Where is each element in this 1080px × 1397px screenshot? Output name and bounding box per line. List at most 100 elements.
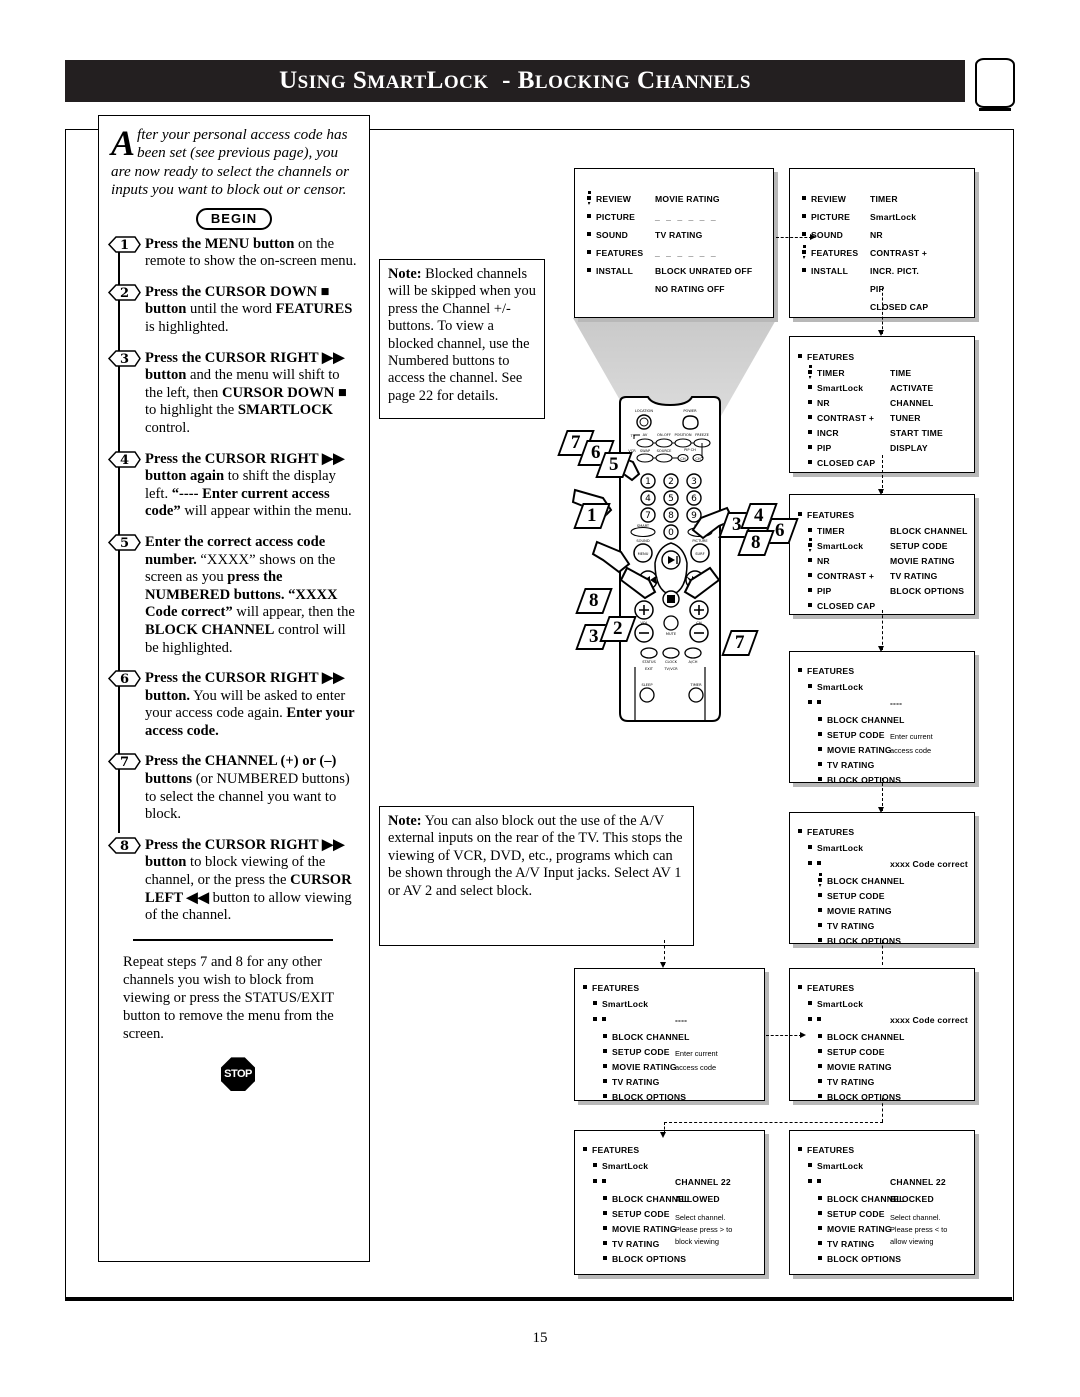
- osd-value: MOVIE RATING: [890, 556, 955, 566]
- osd-label: TV RATING: [827, 921, 875, 931]
- menu-bullet: [603, 1034, 607, 1038]
- menu-cursor-bullet: [802, 245, 806, 254]
- menu-bullet: [818, 762, 822, 766]
- svg-text:6: 6: [120, 672, 129, 687]
- connector-arrow: [810, 234, 816, 240]
- osd-state: ALLOWED: [675, 1194, 720, 1204]
- menu-bullet: [603, 1094, 607, 1098]
- osd-row: [593, 1172, 611, 1190]
- osd-row: BLOCK OPTIONS: [818, 931, 901, 949]
- osd-row: allow viewing: [890, 1231, 934, 1249]
- svg-text:PIP CH: PIP CH: [684, 448, 696, 452]
- step-text: Press the CHANNEL (+) or (–) buttons (or…: [145, 753, 350, 823]
- osd-label: BLOCK OPTIONS: [827, 775, 902, 785]
- menu-bullet: [818, 717, 822, 721]
- menu-bullet: [808, 445, 812, 449]
- svg-text:5: 5: [120, 536, 129, 551]
- svg-text:POWER: POWER: [683, 409, 697, 413]
- svg-text:ON-OFF: ON-OFF: [657, 433, 671, 437]
- osd-row: CLOSED CAP: [808, 453, 875, 471]
- osd-title: FEATURES: [807, 1145, 855, 1155]
- osd-row: [593, 1010, 611, 1028]
- connector-box8-to-box9: [664, 1122, 883, 1123]
- osd-row: ALLOWED: [675, 1189, 720, 1207]
- osd-sub: SmartLock: [602, 1161, 649, 1171]
- svg-text:8: 8: [120, 839, 129, 854]
- svg-text:CH: CH: [695, 457, 701, 461]
- osd-row: BLOCK OPTIONS: [603, 1249, 686, 1267]
- osd-row: NR: [870, 225, 883, 243]
- osd-label: MOVIE RATING: [827, 906, 892, 916]
- connector-arrow: [878, 330, 884, 336]
- svg-text:VOL: VOL: [640, 621, 647, 625]
- osd-label: BLOCK OPTIONS: [612, 1254, 687, 1264]
- osd-menu-features-smartlock: FEATURES TIMER SmartLock NR CONTRAST + PIP CLO…: [789, 494, 975, 615]
- osd-row: FEATURES: [587, 243, 643, 261]
- osd-label: SOUND: [596, 230, 629, 240]
- osd-label: FEATURES: [811, 248, 859, 258]
- menu-bullet: [808, 528, 812, 532]
- step-number-badge: 5: [107, 533, 141, 552]
- menu-bullet: [818, 1034, 822, 1038]
- svg-text:TIMER: TIMER: [689, 683, 702, 687]
- step-text: Press the CURSOR RIGHT ▶▶ button and the…: [145, 349, 347, 436]
- svg-text:1: 1: [645, 477, 651, 487]
- menu-bullet: [818, 777, 822, 781]
- svg-text:4: 4: [120, 453, 129, 468]
- svg-text:SLEEP: SLEEP: [642, 683, 654, 687]
- osd-row: BLOCK OPTIONS: [818, 1087, 901, 1105]
- osd-label: PICTURE: [811, 212, 851, 222]
- osd-value: INCR. PICT.: [870, 266, 919, 276]
- osd-row: INCR. PICT.: [870, 261, 919, 279]
- osd-value: TV RATING: [655, 230, 703, 240]
- stop-badge: STOP: [221, 1057, 255, 1092]
- instructions-panel: After your personal access code has been…: [98, 115, 370, 1262]
- osd-label: MOVIE RATING: [827, 745, 892, 755]
- osd-row: REVIEW: [802, 189, 846, 207]
- connector-arrow: [800, 1032, 806, 1038]
- step-text: Enter the correct access code number. “X…: [145, 533, 355, 656]
- osd-value: xxxx Code correct: [890, 1015, 968, 1025]
- divider: [133, 938, 333, 942]
- menu-bullet: [602, 1017, 606, 1021]
- svg-text:5: 5: [668, 494, 674, 504]
- osd-sub: SmartLock: [817, 999, 864, 1009]
- menu-bullet: [808, 573, 812, 577]
- menu-bullet: [817, 700, 821, 704]
- menu-bullet: [817, 1017, 821, 1021]
- menu-cursor-bullet: [808, 365, 812, 374]
- note-blocked-channels: Note: Blocked channels will be skipped w…: [379, 259, 545, 419]
- osd-label: SETUP CODE: [827, 1209, 885, 1219]
- connector-arrow: [878, 489, 884, 495]
- osd-row: SmartLock: [870, 207, 916, 225]
- osd-state: BLOCKED: [890, 1194, 934, 1204]
- osd-label: MOVIE RATING: [827, 1062, 892, 1072]
- osd-label: BLOCK OPTIONS: [612, 1092, 687, 1102]
- osd-menu-channel-allowed: FEATURES SmartLock CHANNEL 22 BLOCK CHANNEL…: [574, 1130, 765, 1275]
- osd-value: NR: [870, 230, 883, 240]
- svg-text:7: 7: [645, 511, 651, 521]
- osd-label: NR: [817, 398, 830, 408]
- menu-bullet: [808, 700, 812, 704]
- menu-bullet: [808, 1017, 812, 1021]
- note-text: Blocked channels will be skipped when yo…: [388, 266, 536, 404]
- osd-label: MOVIE RATING: [612, 1062, 677, 1072]
- menu-bullet: [818, 1256, 822, 1260]
- step-text: Press the CURSOR DOWN ■ button until the…: [145, 283, 353, 335]
- osd-hint: block viewing: [675, 1237, 719, 1246]
- menu-bullet: [808, 558, 812, 562]
- osd-value: ----: [675, 1015, 688, 1025]
- svg-text:TV: TV: [630, 434, 636, 438]
- connector-arrow: [878, 646, 884, 652]
- connector-box4-to-box5: [882, 610, 883, 650]
- step-number-badge: 2: [107, 283, 141, 302]
- svg-text:SOURCE: SOURCE: [657, 449, 673, 453]
- svg-text:SWAP: SWAP: [640, 449, 651, 453]
- osd-row: SOUND: [587, 225, 628, 243]
- osd-value: BLOCK UNRATED OFF: [655, 266, 753, 276]
- callout-7-bottom: 7: [721, 630, 759, 656]
- step-number-badge: 8: [107, 836, 141, 855]
- osd-row: REVIEW: [587, 189, 631, 207]
- osd-row: ----: [890, 693, 902, 711]
- osd-row: [808, 693, 826, 711]
